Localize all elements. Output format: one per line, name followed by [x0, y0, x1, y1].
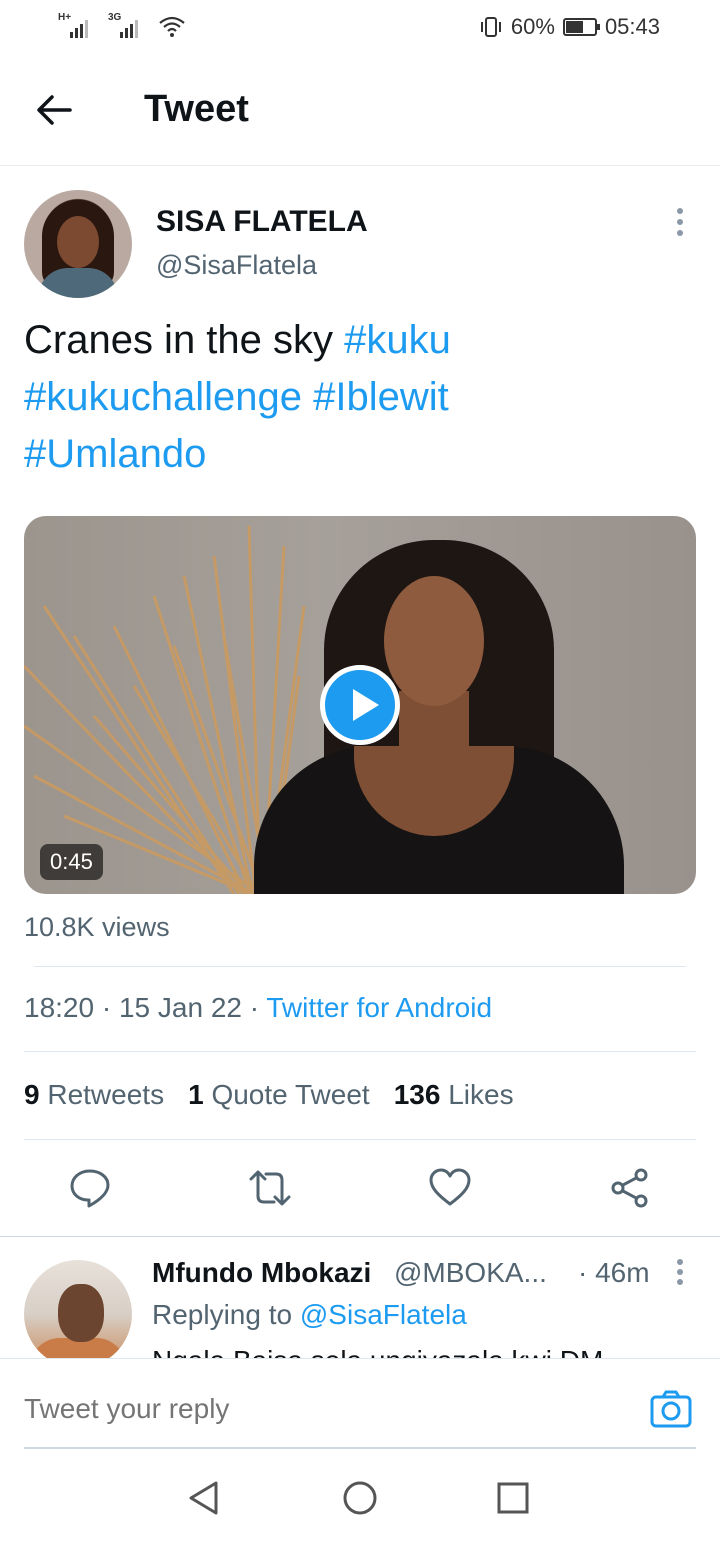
reply-icon[interactable] — [68, 1166, 112, 1210]
reply-text: Ngala Baisa sela ungiyazala kwi DM — [152, 1344, 712, 1358]
like-icon[interactable] — [428, 1166, 472, 1210]
replying-prefix: Replying to — [152, 1299, 300, 1330]
top-app-bar: Tweet — [0, 56, 720, 166]
reply-input[interactable] — [24, 1393, 584, 1425]
clock: 05:43 — [604, 14, 660, 39]
status-bar: H+ 3G 60% 05:43 — [0, 0, 720, 56]
recents-nav-icon[interactable] — [495, 1480, 531, 1516]
back-nav-icon[interactable] — [186, 1480, 222, 1516]
composer-underline — [24, 1447, 696, 1449]
reply-author-avatar[interactable] — [24, 1260, 132, 1368]
signal-icon: H+ — [58, 12, 102, 38]
camera-icon[interactable] — [650, 1389, 692, 1429]
retweet-icon[interactable] — [248, 1166, 292, 1210]
quotes-count: 1 — [188, 1079, 204, 1110]
hashtag-link[interactable]: #Iblewit — [313, 375, 449, 419]
likes-stat[interactable]: 136 Likes — [394, 1079, 514, 1111]
battery-percent: 60% — [510, 14, 555, 39]
reply-author-name[interactable]: Mfundo Mbokazi — [152, 1257, 371, 1289]
hashtag-link[interactable]: #Umlando — [24, 432, 206, 476]
reply-composer — [0, 1358, 720, 1450]
view-count: 10.8K views — [24, 912, 170, 942]
home-nav-icon[interactable] — [342, 1480, 378, 1516]
tweet-meta: 18:20 · 15 Jan 22 · Twitter for Android — [24, 992, 492, 1024]
page-title: Tweet — [144, 88, 249, 130]
tweet-text: Cranes in the sky #kuku #kukuchallenge #I… — [24, 312, 694, 483]
share-icon[interactable] — [608, 1166, 652, 1210]
likes-label: Likes — [448, 1079, 514, 1110]
tweet-actions — [0, 1160, 720, 1220]
separator: · — [94, 992, 119, 1023]
status-bar-right: 60% 05:43 — [479, 14, 660, 40]
likes-count: 136 — [393, 1079, 441, 1110]
divider — [24, 1139, 696, 1140]
separator: · — [241, 992, 267, 1023]
back-arrow-icon[interactable] — [34, 92, 74, 128]
wifi-icon — [159, 16, 185, 37]
status-bar-left: H+ 3G — [58, 12, 186, 38]
replying-to-line: Replying to @SisaFlatela — [152, 1299, 467, 1331]
quotes-stat[interactable]: 1 Quote Tweet — [188, 1079, 370, 1111]
retweets-label: Retweets — [47, 1079, 165, 1110]
tweet-time: 18:20 — [24, 992, 95, 1023]
play-button[interactable] — [320, 665, 400, 745]
reply-timestamp: · 46m — [578, 1257, 650, 1288]
reply-more-options-icon[interactable] — [670, 1258, 690, 1288]
video-player[interactable]: 0:45 — [24, 516, 696, 894]
retweets-stat[interactable]: 9 Retweets — [24, 1079, 164, 1111]
tweet-source-link[interactable]: Twitter for Android — [266, 992, 492, 1023]
divider — [24, 1051, 696, 1052]
replying-to-mention[interactable]: @SisaFlatela — [300, 1299, 467, 1330]
more-options-icon[interactable] — [670, 206, 690, 240]
divider — [34, 966, 686, 967]
section-divider — [0, 1236, 720, 1237]
engagement-stats: 9 Retweets 1 Quote Tweet 136 Likes — [24, 1079, 514, 1111]
author-avatar[interactable] — [24, 190, 132, 298]
system-navigation-bar — [0, 1450, 720, 1541]
video-duration: 0:45 — [40, 844, 103, 880]
reply-text-container: Ngala Baisa sela ungiyazala kwi DM — [152, 1340, 712, 1358]
quotes-label: Quote Tweet — [211, 1079, 370, 1110]
tweet-text-plain: Cranes in the sky — [24, 318, 345, 362]
retweets-count: 9 — [24, 1079, 40, 1110]
hashtag-link[interactable]: #kuku — [344, 318, 451, 362]
reply-author-handle[interactable]: @MBOKA... — [394, 1257, 547, 1289]
vibrate-icon — [480, 17, 501, 37]
signal-icon-2: 3G — [108, 12, 152, 38]
person-face — [384, 576, 484, 706]
tweet-date: 15 Jan 22 — [118, 992, 242, 1023]
hashtag-link[interactable]: #kukuchallenge — [24, 375, 302, 419]
author-handle[interactable]: @SisaFlatela — [156, 250, 317, 281]
battery-icon — [562, 18, 600, 36]
author-display-name[interactable]: SISA FLATELA — [156, 205, 368, 239]
